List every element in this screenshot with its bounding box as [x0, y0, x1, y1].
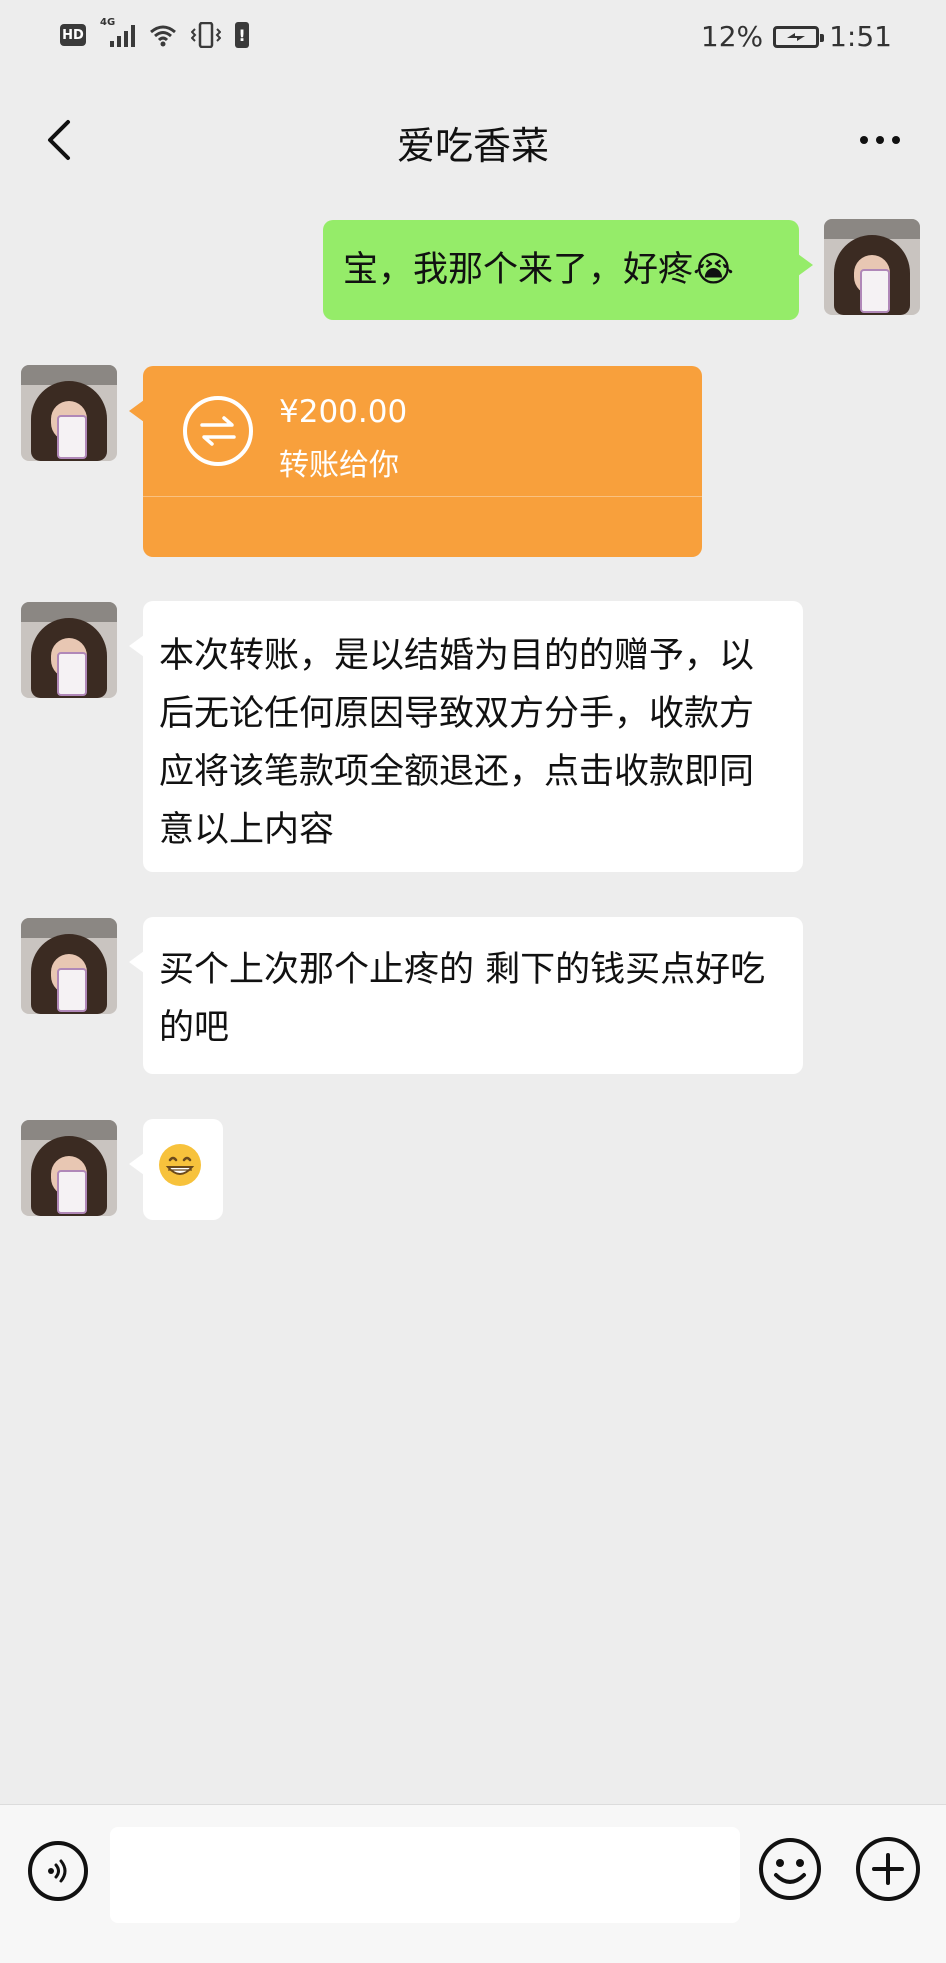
plus-icon [872, 1853, 904, 1885]
clock: 1:51 [829, 20, 892, 53]
transfer-note: 转账给你 [279, 448, 399, 483]
message-bubble-other[interactable]: 买个上次那个止疼的 剩下的钱买点好吃的吧 [129, 917, 803, 1074]
voice-icon [48, 1859, 67, 1883]
transfer-divider [143, 496, 702, 497]
battery-charging-icon [773, 25, 825, 48]
voice-input-button[interactable] [28, 1841, 88, 1901]
signal-label: 4G [100, 17, 116, 28]
status-bar: HD 4G ! 12% 1:51 [0, 0, 946, 80]
message-bubble-emoji[interactable] [129, 1119, 223, 1220]
contact-avatar[interactable] [21, 365, 117, 461]
grinning-face-emoji-icon [159, 1144, 201, 1186]
emoji-picker-icon[interactable] [758, 1837, 822, 1901]
input-bar [0, 1804, 946, 1963]
hd-badge: HD [60, 24, 86, 46]
transfer-amount: ¥200.00 [279, 394, 408, 430]
vibrate-icon [191, 22, 221, 48]
more-functions-button[interactable] [856, 1837, 920, 1901]
message-text: 宝，我那个来了，好疼😭 [343, 250, 734, 290]
message-input[interactable] [110, 1827, 740, 1923]
chat-title: 爱吃香菜 [396, 124, 549, 168]
more-dot-icon [892, 136, 900, 144]
message-bubble-other[interactable]: 本次转账，是以结婚为目的的赠予，以后无论任何原因导致双方分手，收款方应将该笔款项… [129, 601, 803, 872]
battery-percent: 12% [700, 20, 764, 53]
contact-avatar[interactable] [21, 1120, 117, 1216]
my-avatar[interactable] [824, 219, 920, 315]
contact-avatar[interactable] [21, 602, 117, 698]
message-text: 买个上次那个止疼的 剩下的钱买点好吃的吧 [159, 950, 766, 1048]
more-options-button[interactable] [850, 113, 910, 167]
message-bubble-me[interactable]: 宝，我那个来了，好疼😭 [323, 220, 813, 320]
alert-icon: ! [235, 22, 249, 48]
cellular-signal-icon: 4G [100, 17, 135, 47]
transfer-arrows-icon [183, 396, 253, 466]
transfer-card[interactable]: ¥200.00 转账给你 [129, 366, 702, 557]
contact-avatar[interactable] [21, 918, 117, 1014]
message-text: 本次转账，是以结婚为目的的赠予，以后无论任何原因导致双方分手，收款方应将该笔款项… [159, 636, 755, 850]
more-dot-icon [876, 136, 884, 144]
wifi-icon [150, 25, 176, 47]
more-dot-icon [860, 136, 868, 144]
chat-header: 爱吃香菜 [0, 95, 946, 185]
status-left: HD 4G ! [60, 17, 249, 48]
status-right: 12% 1:51 [701, 20, 892, 53]
